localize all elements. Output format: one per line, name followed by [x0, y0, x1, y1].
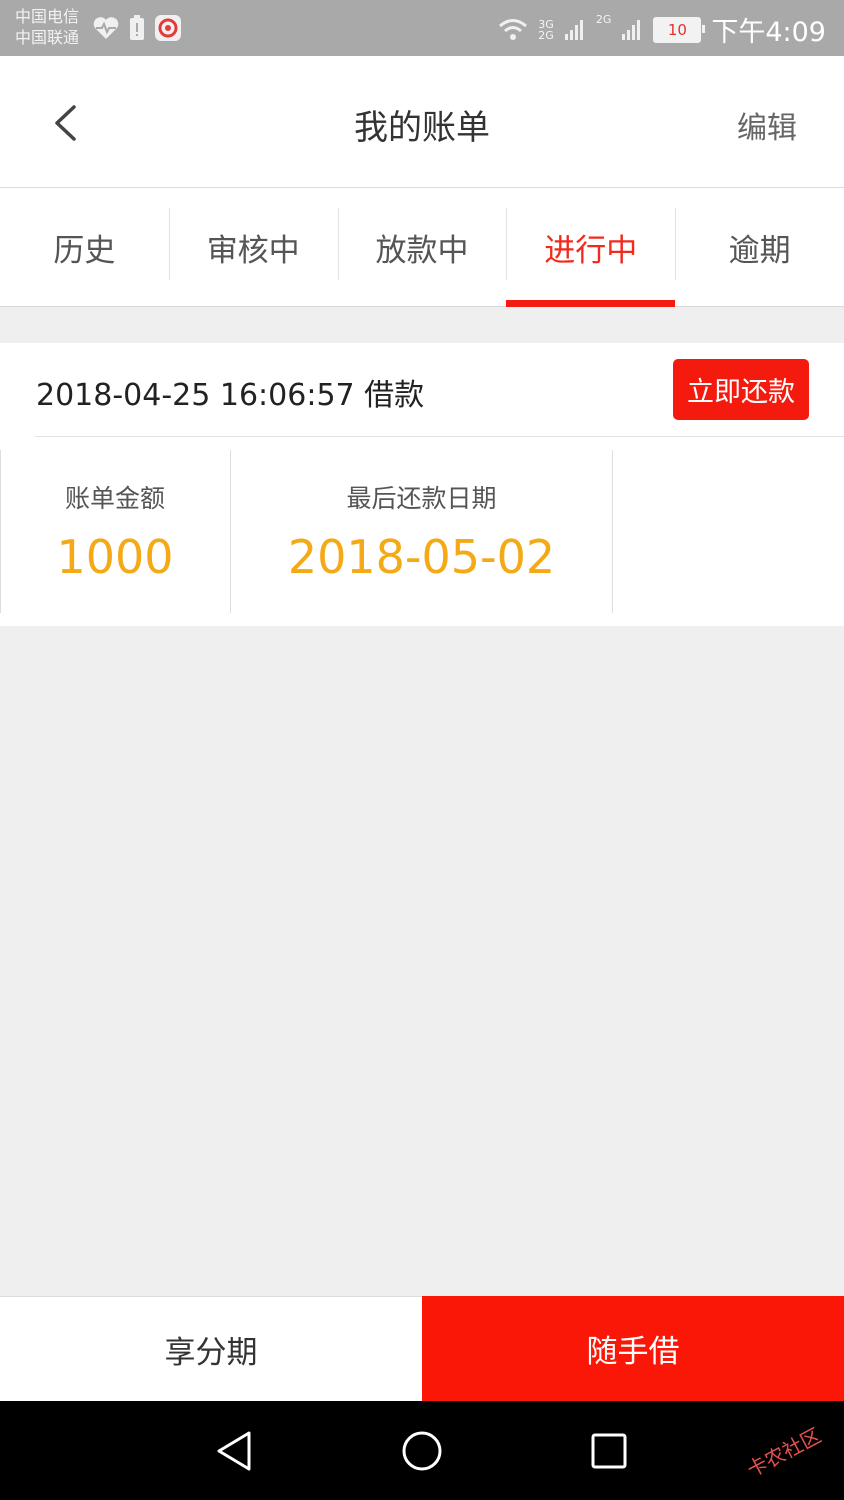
status-bar: 中国电信 中国联通 3G 2G 2G 10 下午4:09	[0, 0, 844, 56]
app-notification-icon	[155, 15, 181, 41]
signal-1-top-label: 3G	[538, 17, 554, 31]
installment-button[interactable]: 享分期	[0, 1296, 422, 1401]
carrier-names: 中国电信 中国联通	[15, 6, 79, 48]
battery-icon: 10	[653, 16, 706, 43]
divider	[35, 436, 844, 437]
circle-home-icon[interactable]	[400, 1429, 444, 1473]
system-status-icons: 3G 2G 2G 10 下午4:09	[498, 10, 826, 49]
notification-icons	[92, 14, 182, 42]
battery-saver-icon	[130, 15, 144, 40]
tab-in-progress[interactable]: 进行中	[506, 188, 675, 307]
signal-bars-2-icon	[622, 19, 641, 40]
divider	[612, 450, 613, 613]
bottom-action-bar: 享分期 随手借	[0, 1296, 844, 1401]
page-title: 我的账单	[354, 108, 490, 148]
amount-value: 1000	[56, 530, 174, 584]
signal-1-labels: 3G 2G	[538, 19, 554, 41]
navigation-bar	[0, 1401, 844, 1500]
clock: 下午4:09	[711, 17, 826, 48]
signal-2-label: 2G	[595, 13, 612, 26]
battery-level: 10	[667, 20, 687, 39]
tab-disbursing[interactable]: 放款中	[337, 188, 507, 306]
bill-date: 2018-04-25 16:06:57 借款	[36, 378, 425, 413]
signal-1-bottom-label: 2G	[538, 28, 554, 42]
due-date-value: 2018-05-02	[287, 530, 556, 584]
carrier-2: 中国联通	[15, 28, 80, 47]
square-recents-icon[interactable]	[590, 1432, 628, 1470]
repay-now-button[interactable]: 立即还款	[673, 359, 809, 420]
tab-reviewing[interactable]: 审核中	[168, 188, 338, 306]
due-date-label: 最后还款日期	[346, 484, 497, 513]
tab-history[interactable]: 历史	[0, 188, 169, 306]
health-heart-icon	[93, 17, 119, 39]
edit-button[interactable]: 编辑	[737, 103, 797, 147]
tab-overdue[interactable]: 逾期	[675, 188, 844, 306]
wifi-icon	[499, 18, 528, 40]
triangle-back-icon[interactable]	[214, 1429, 254, 1473]
status-tabs: 历史 审核中 放款中 进行中 逾期	[0, 188, 844, 307]
watermark-text: 卡农社区	[742, 1422, 825, 1482]
amount-label: 账单金额	[64, 484, 165, 513]
carrier-1: 中国电信	[15, 7, 80, 26]
signal-bars-1-icon	[564, 19, 583, 40]
quick-loan-button[interactable]: 随手借	[422, 1296, 844, 1401]
